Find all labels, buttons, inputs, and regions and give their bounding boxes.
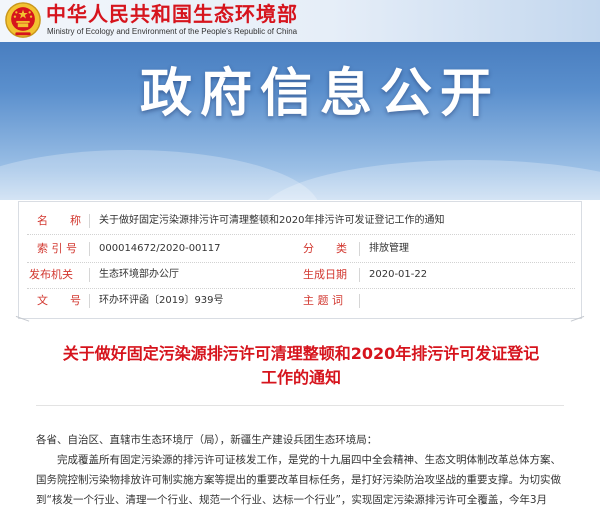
issuer-value: 生态环境部办公厅 xyxy=(99,269,179,280)
row-divider xyxy=(27,262,575,263)
row-separator xyxy=(89,214,90,228)
banner-decoration xyxy=(260,160,600,200)
info-row-index: 索 引 号 000014672/2020-00117 分 类 排放管理 xyxy=(19,238,581,260)
document-info-card: 名 称 关于做好固定污染源排污许可清理整顿和2020年排污许可发证登记工作的通知… xyxy=(18,201,582,319)
row-divider xyxy=(27,288,575,289)
info-row-name: 名 称 关于做好固定污染源排污许可清理整顿和2020年排污许可发证登记工作的通知 xyxy=(19,210,581,232)
row-separator xyxy=(359,294,360,308)
index-value: 000014672/2020-00117 xyxy=(99,243,221,254)
category-value: 排放管理 xyxy=(369,243,409,254)
category-label: 分 类 xyxy=(303,242,347,255)
name-label: 名 称 xyxy=(37,214,81,227)
row-separator xyxy=(359,242,360,256)
ministry-name-en[interactable]: Ministry of Ecology and Environment of t… xyxy=(47,27,297,37)
banner-title: 政府信息公开 xyxy=(140,64,501,124)
row-divider xyxy=(27,234,575,235)
date-label: 生成日期 xyxy=(303,268,347,281)
name-value: 关于做好固定污染源排污许可清理整顿和2020年排污许可发证登记工作的通知 xyxy=(99,215,445,226)
article-salutation: 各省、自治区、直辖市生态环境厅（局），新疆生产建设兵团生态环境局： xyxy=(36,434,378,446)
docno-value: 环办环评函〔2019〕939号 xyxy=(99,295,224,306)
row-separator xyxy=(89,242,90,256)
row-separator xyxy=(359,268,360,282)
article-paragraph: 完成覆盖所有固定污染源的排污许可证核发工作，是党的十九届四中全会精神、生态文明体… xyxy=(36,454,561,506)
docno-label: 文 号 xyxy=(37,294,81,307)
info-row-issuer: 发布机关 生态环境部办公厅 生成日期 2020-01-22 xyxy=(19,264,581,286)
ministry-name-cn[interactable]: 中华人民共和国生态环境部 xyxy=(46,3,298,25)
subject-label: 主 题 词 xyxy=(303,294,343,307)
row-separator xyxy=(89,268,90,282)
date-value: 2020-01-22 xyxy=(369,269,428,280)
issuer-label: 发布机关 xyxy=(29,268,73,281)
index-label: 索 引 号 xyxy=(37,242,77,255)
title-divider xyxy=(36,405,564,406)
site-banner: 中华人民共和国生态环境部 Ministry of Ecology and Env… xyxy=(0,0,600,200)
national-emblem-icon[interactable] xyxy=(4,1,42,39)
info-row-docno: 文 号 环办环评函〔2019〕939号 主 题 词 xyxy=(19,290,581,312)
row-separator xyxy=(89,294,90,308)
banner-decoration xyxy=(0,150,320,200)
article-title: 关于做好固定污染源排污许可清理整顿和2020年排污许可发证登记工作的通知 xyxy=(62,344,540,387)
